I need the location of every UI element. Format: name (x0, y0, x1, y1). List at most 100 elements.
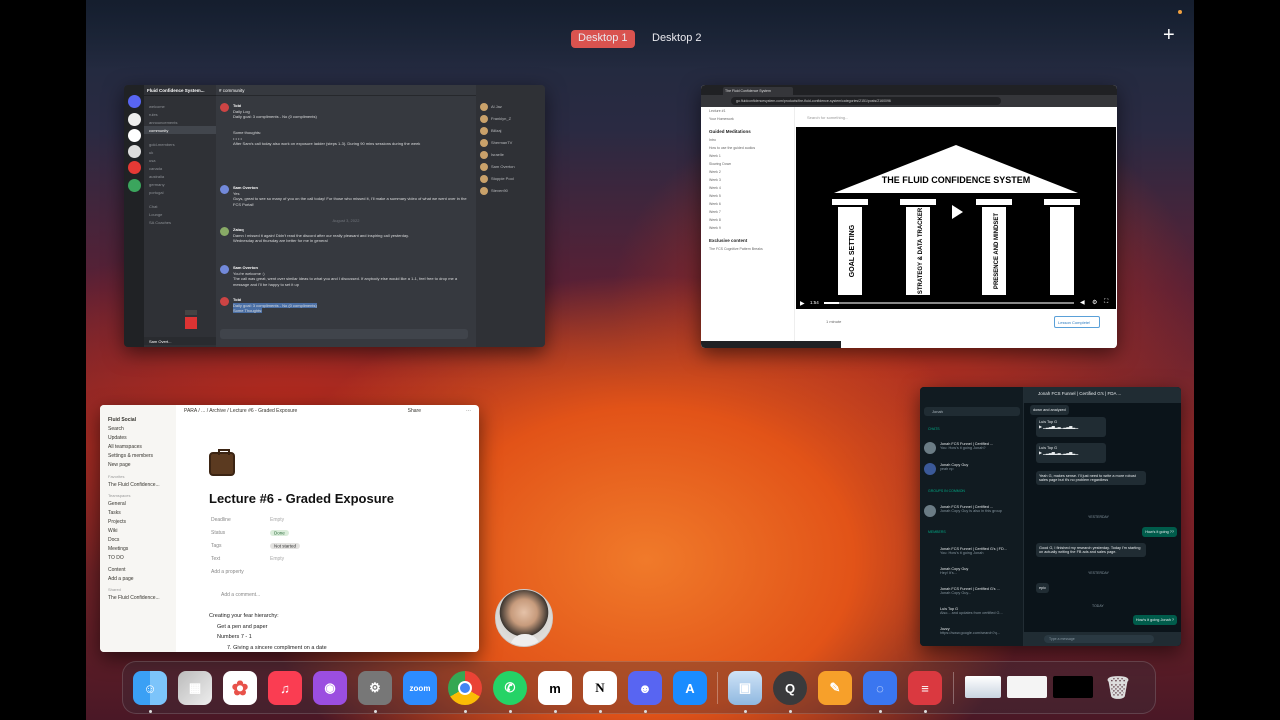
user-panel[interactable]: Sam Overt... (144, 337, 216, 345)
lesson-item[interactable]: Week 6 (701, 200, 794, 208)
share-button[interactable]: Share (408, 408, 421, 414)
server-icon[interactable] (128, 161, 141, 174)
sidebar-search[interactable]: Search (100, 425, 176, 434)
desktop-1-tab[interactable]: Desktop 1 (571, 30, 635, 48)
expressvpn-icon[interactable]: ≡ (908, 671, 942, 705)
body-text[interactable]: Creating your fear hierarchy: (209, 613, 279, 619)
member-item[interactable]: Steven90 (480, 187, 508, 195)
avatar[interactable] (220, 103, 229, 112)
server-name[interactable]: Fluid Confidence System... (144, 85, 216, 96)
lesson-item[interactable]: Week 2 (701, 168, 794, 176)
zoom-icon[interactable]: zoom (403, 671, 437, 705)
volume-icon[interactable]: ◀ (1080, 299, 1085, 306)
member-item[interactable]: Stoppie Pool (480, 175, 514, 183)
sidebar-content[interactable]: Content (100, 563, 176, 575)
bullet-item[interactable]: Get a pen and paper (217, 624, 267, 630)
channel-item[interactable]: uk (144, 148, 216, 156)
settings-icon[interactable]: ⚙ (1092, 299, 1097, 306)
numbered-item[interactable]: 7. Giving a sincere compliment on a date (227, 645, 327, 651)
minimized-window-thumb[interactable] (1053, 676, 1093, 698)
teamspace-item[interactable]: TO DO (100, 554, 176, 563)
discord-icon[interactable]: ☻ (628, 671, 662, 705)
lesson-complete-button[interactable]: Lesson Complete! (1054, 316, 1100, 328)
lesson-item[interactable]: Week 4 (701, 184, 794, 192)
podcasts-icon[interactable]: ◉ (313, 671, 347, 705)
member-item[interactable]: Israelle (480, 151, 504, 159)
server-icon[interactable] (128, 129, 141, 142)
channel-item[interactable]: welcome (144, 102, 216, 110)
add-property[interactable]: Add a property (211, 569, 244, 575)
launchpad-icon[interactable]: ▦ (178, 671, 212, 705)
bullet-item[interactable]: Numbers 7 - 1 (217, 634, 252, 640)
teamspace-item[interactable]: Projects (100, 518, 176, 527)
lesson-item[interactable]: Week 7 (701, 208, 794, 216)
prop-value[interactable]: Empty (270, 517, 284, 523)
lesson-item[interactable]: Your Homework (701, 115, 794, 123)
lesson-item[interactable]: Week 3 (701, 176, 794, 184)
member-item[interactable]: Franklyn_Z (480, 115, 511, 123)
fullscreen-icon[interactable]: ⛶ (1104, 299, 1108, 306)
message-input[interactable] (220, 329, 468, 339)
lesson-item[interactable]: Slowing Down (701, 160, 794, 168)
teamspace-item[interactable]: Tasks (100, 509, 176, 518)
minimized-window-thumb[interactable] (965, 676, 1001, 698)
app-store-icon[interactable]: A (673, 671, 707, 705)
video-player[interactable]: THE FLUID CONFIDENCE SYSTEM GOAL SETTING… (796, 127, 1116, 309)
member-item[interactable]: Sam Overton (480, 163, 515, 171)
finder-icon[interactable]: ☺ (133, 671, 167, 705)
chat-item[interactable]: Jonah FCS Funnel | Certified G's ... Jona… (924, 587, 1020, 595)
signal-icon[interactable]: ◌ (863, 671, 897, 705)
lesson-item[interactable]: Week 9 (701, 224, 794, 232)
photos-icon[interactable]: ✿ (223, 671, 257, 705)
channel-item[interactable]: canada (144, 164, 216, 172)
workspace-switcher[interactable]: Fluid Social (100, 405, 176, 425)
status-badge[interactable]: Done (270, 529, 289, 536)
chat-item[interactable]: Jonah Copy Guy yeah np (924, 463, 1020, 475)
channel-item[interactable]: germany (144, 180, 216, 188)
more-icon[interactable]: ⋯ (466, 408, 471, 414)
sidebar-settings[interactable]: Settings & members (100, 452, 176, 461)
avatar[interactable] (220, 297, 229, 306)
member-item[interactable]: Billzaj (480, 127, 501, 135)
voice-channel-item[interactable]: Chat (144, 202, 216, 210)
member-item[interactable]: ShermanTV (480, 139, 512, 147)
chat-title[interactable]: Jonah FCS Funnel | Certified G's | FDA .… (1024, 387, 1181, 403)
lesson-item[interactable]: Week 5 (701, 192, 794, 200)
chrome-window[interactable]: The Fluid Confidence System go.fluidconf… (701, 85, 1117, 348)
music-icon[interactable]: ♫ (268, 671, 302, 705)
teamspace-item[interactable]: General (100, 500, 176, 509)
minimized-window[interactable] (185, 310, 197, 330)
channel-item[interactable]: rules (144, 110, 216, 118)
sidebar-teamspaces[interactable]: All teamspaces (100, 443, 176, 452)
search-input[interactable]: Jonah (924, 407, 1020, 416)
chat-item[interactable]: Jonah FCS Funnel | Certified ... You: How… (924, 442, 1020, 454)
lesson-item[interactable]: Lecture #1 (701, 107, 794, 115)
compose-input[interactable]: Type a message (1044, 635, 1154, 643)
notion-window[interactable]: Fluid Social Search Updates All teamspac… (100, 405, 479, 652)
lesson-item[interactable]: How to use the guided audios (701, 144, 794, 152)
preview-icon[interactable]: ▣ (728, 671, 762, 705)
course-search[interactable]: Search for something... (795, 107, 1117, 127)
mem-icon[interactable]: m (538, 671, 572, 705)
lesson-item[interactable]: Intro (701, 136, 794, 144)
sidebar-add-page[interactable]: Add a page (100, 574, 176, 583)
url-bar[interactable]: go.fluidconfidencesystem.com/products/th… (731, 97, 1001, 105)
add-comment[interactable]: Add a comment... (221, 592, 260, 598)
video-scrubber[interactable] (824, 302, 1074, 304)
voice-channel-item[interactable]: Lounge (144, 210, 216, 218)
briefcase-icon[interactable] (209, 449, 235, 476)
add-desktop-icon[interactable]: + (1163, 24, 1175, 47)
avatar[interactable] (220, 185, 229, 194)
trash-icon[interactable]: 🗑 (1101, 671, 1135, 705)
channel-item-selected[interactable]: community (144, 126, 216, 134)
channel-item[interactable]: gold-members (144, 140, 216, 148)
discord-window[interactable]: Fluid Confidence System... welcome rules… (124, 85, 545, 347)
favorite-page[interactable]: The Fluid Confidence... (100, 480, 176, 489)
chat-item[interactable]: Jonah FCS Funnel | Certified G's | FD...… (924, 547, 1020, 555)
sidebar-updates[interactable]: Updates (100, 434, 176, 443)
discord-home-icon[interactable] (128, 95, 141, 108)
chat-item[interactable]: Luis Top G Also... and updates from certi… (924, 607, 1020, 615)
system-settings-icon[interactable]: ⚙ (358, 671, 392, 705)
member-item[interactable]: Al Jaz (480, 103, 502, 111)
voice-note-bubble[interactable]: Luis Top G ▶ ▁▂▃▅▂▃▁▂▃▅▂▁ (1036, 443, 1106, 463)
